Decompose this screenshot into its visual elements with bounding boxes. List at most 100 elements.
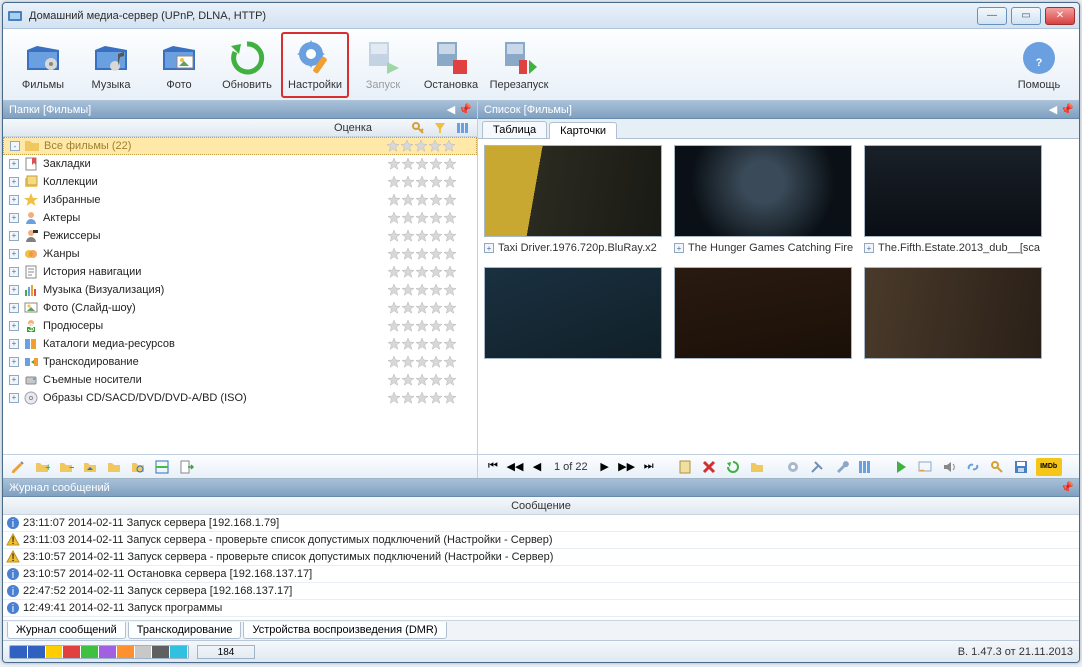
expand-icon[interactable]: +	[9, 159, 19, 169]
rating-stars[interactable]	[387, 211, 477, 225]
expand-icon[interactable]: +	[9, 267, 19, 277]
thumbnail[interactable]	[674, 267, 852, 359]
tree-row[interactable]: +Фото (Слайд-шоу)	[3, 299, 477, 317]
films-button[interactable]: Фильмы	[9, 32, 77, 98]
log-row[interactable]: !23:10:57 2014-02-11 Запуск сервера - пр…	[3, 549, 1079, 566]
help-button[interactable]: ?Помощь	[1005, 32, 1073, 98]
log-rows[interactable]: i23:11:07 2014-02-11 Запуск сервера [192…	[3, 515, 1079, 620]
rating-stars[interactable]	[387, 175, 477, 189]
photo-button[interactable]: Фото	[145, 32, 213, 98]
expand-icon[interactable]: +	[674, 243, 684, 253]
tree-row[interactable]: +$Продюсеры	[3, 317, 477, 335]
tab-log[interactable]: Журнал сообщений	[7, 622, 126, 639]
tree-row[interactable]: +История навигации	[3, 263, 477, 281]
expand-icon[interactable]: +	[9, 195, 19, 205]
gear-icon[interactable]	[784, 458, 802, 476]
rating-stars[interactable]	[387, 283, 477, 297]
remove-folder-icon[interactable]: −	[57, 458, 75, 476]
minimize-button[interactable]: —	[977, 7, 1007, 25]
tree-row[interactable]: +Съемные носители	[3, 371, 477, 389]
start-button[interactable]: Запуск	[349, 32, 417, 98]
paste-icon[interactable]	[676, 458, 694, 476]
last-page-icon[interactable]: ⏭	[640, 458, 658, 476]
delete-icon[interactable]	[700, 458, 718, 476]
tree-row[interactable]: +Образы CD/SACD/DVD/DVD-A/BD (ISO)	[3, 389, 477, 407]
rating-stars[interactable]	[387, 265, 477, 279]
expand-icon[interactable]: +	[9, 285, 19, 295]
tab-cards[interactable]: Карточки	[549, 122, 617, 139]
columns-small-icon[interactable]	[856, 458, 874, 476]
export-icon[interactable]	[177, 458, 195, 476]
edit-icon[interactable]	[9, 458, 27, 476]
thumbnail[interactable]	[674, 145, 852, 237]
thumbnail[interactable]	[484, 145, 662, 237]
rating-stars[interactable]	[387, 229, 477, 243]
restart-button[interactable]: Перезапуск	[485, 32, 553, 98]
tab-table[interactable]: Таблица	[482, 121, 547, 138]
cast-icon[interactable]	[916, 458, 934, 476]
expand-icon[interactable]: +	[9, 339, 19, 349]
key-icon[interactable]	[409, 119, 427, 137]
stop-button[interactable]: Остановка	[417, 32, 485, 98]
link-icon[interactable]	[964, 458, 982, 476]
refresh-small-icon[interactable]	[724, 458, 742, 476]
log-column-header[interactable]: Сообщение	[3, 497, 1079, 515]
cards-grid[interactable]: +Taxi Driver.1976.720p.BluRay.x2+The Hun…	[478, 139, 1079, 454]
first-page-icon[interactable]: ⏮	[484, 458, 502, 476]
music-button[interactable]: Музыка	[77, 32, 145, 98]
thumbnail[interactable]	[864, 267, 1042, 359]
pane-pin-icon[interactable]: 📌	[1061, 104, 1073, 116]
tree-row[interactable]: -Все фильмы (22)	[3, 137, 477, 155]
filter-icon[interactable]	[431, 119, 449, 137]
log-row[interactable]: i12:49:41 2014-02-11 Запуск программы	[3, 600, 1079, 617]
rating-stars[interactable]	[387, 373, 477, 387]
media-card[interactable]: +The.Fifth.Estate.2013_dub__[sca	[864, 145, 1044, 257]
log-row[interactable]: !23:11:03 2014-02-11 Запуск сервера - пр…	[3, 532, 1079, 549]
rating-stars[interactable]	[387, 157, 477, 171]
thumbnail[interactable]	[484, 267, 662, 359]
pane-pin-icon[interactable]: 📌	[1061, 482, 1073, 494]
rating-stars[interactable]	[387, 391, 477, 405]
rating-stars[interactable]	[387, 319, 477, 333]
expand-icon[interactable]: +	[9, 249, 19, 259]
rating-stars[interactable]	[386, 139, 476, 153]
tree-row[interactable]: +Закладки	[3, 155, 477, 173]
log-row[interactable]: i23:11:07 2014-02-11 Запуск сервера [192…	[3, 515, 1079, 532]
expand-icon[interactable]: +	[864, 243, 874, 253]
pane-prev-icon[interactable]: ◀	[445, 104, 457, 116]
tree-row[interactable]: +Музыка (Визуализация)	[3, 281, 477, 299]
add-folder-icon[interactable]: +	[33, 458, 51, 476]
pane-pin-icon[interactable]: 📌	[459, 104, 471, 116]
expand-icon[interactable]: +	[9, 375, 19, 385]
scan-icon[interactable]	[153, 458, 171, 476]
media-card[interactable]: +The Hunger Games Catching Fire.	[674, 145, 854, 257]
play-icon[interactable]	[892, 458, 910, 476]
folder-up-icon[interactable]	[81, 458, 99, 476]
media-card[interactable]	[674, 267, 854, 359]
prev-icon[interactable]: ◀	[528, 458, 546, 476]
refresh-button[interactable]: Обновить	[213, 32, 281, 98]
key-small-icon[interactable]	[988, 458, 1006, 476]
expand-icon[interactable]: +	[9, 213, 19, 223]
tree-row[interactable]: +Режиссеры	[3, 227, 477, 245]
expand-icon[interactable]: +	[9, 177, 19, 187]
folder-icon[interactable]	[105, 458, 123, 476]
expand-icon[interactable]: +	[484, 243, 494, 253]
rating-stars[interactable]	[387, 247, 477, 261]
tree-row[interactable]: +Избранные	[3, 191, 477, 209]
log-row[interactable]: i22:47:52 2014-02-11 Запуск сервера [192…	[3, 583, 1079, 600]
settings-button[interactable]: Настройки	[281, 32, 349, 98]
media-card[interactable]: +Taxi Driver.1976.720p.BluRay.x2	[484, 145, 664, 257]
imdb-icon[interactable]: IMDb	[1036, 458, 1062, 476]
folder-tree[interactable]: -Все фильмы (22)+Закладки+Коллекции+Избр…	[3, 137, 477, 454]
wrench-icon[interactable]	[832, 458, 850, 476]
tree-row[interactable]: +Каталоги медиа-ресурсов	[3, 335, 477, 353]
next-page-icon[interactable]: ▶▶	[618, 458, 636, 476]
tools-icon[interactable]	[808, 458, 826, 476]
tree-row[interactable]: +Жанры	[3, 245, 477, 263]
rating-stars[interactable]	[387, 193, 477, 207]
tree-row[interactable]: +Транскодирование	[3, 353, 477, 371]
maximize-button[interactable]: ▭	[1011, 7, 1041, 25]
tree-row[interactable]: +Актеры	[3, 209, 477, 227]
prev-page-icon[interactable]: ◀◀	[506, 458, 524, 476]
